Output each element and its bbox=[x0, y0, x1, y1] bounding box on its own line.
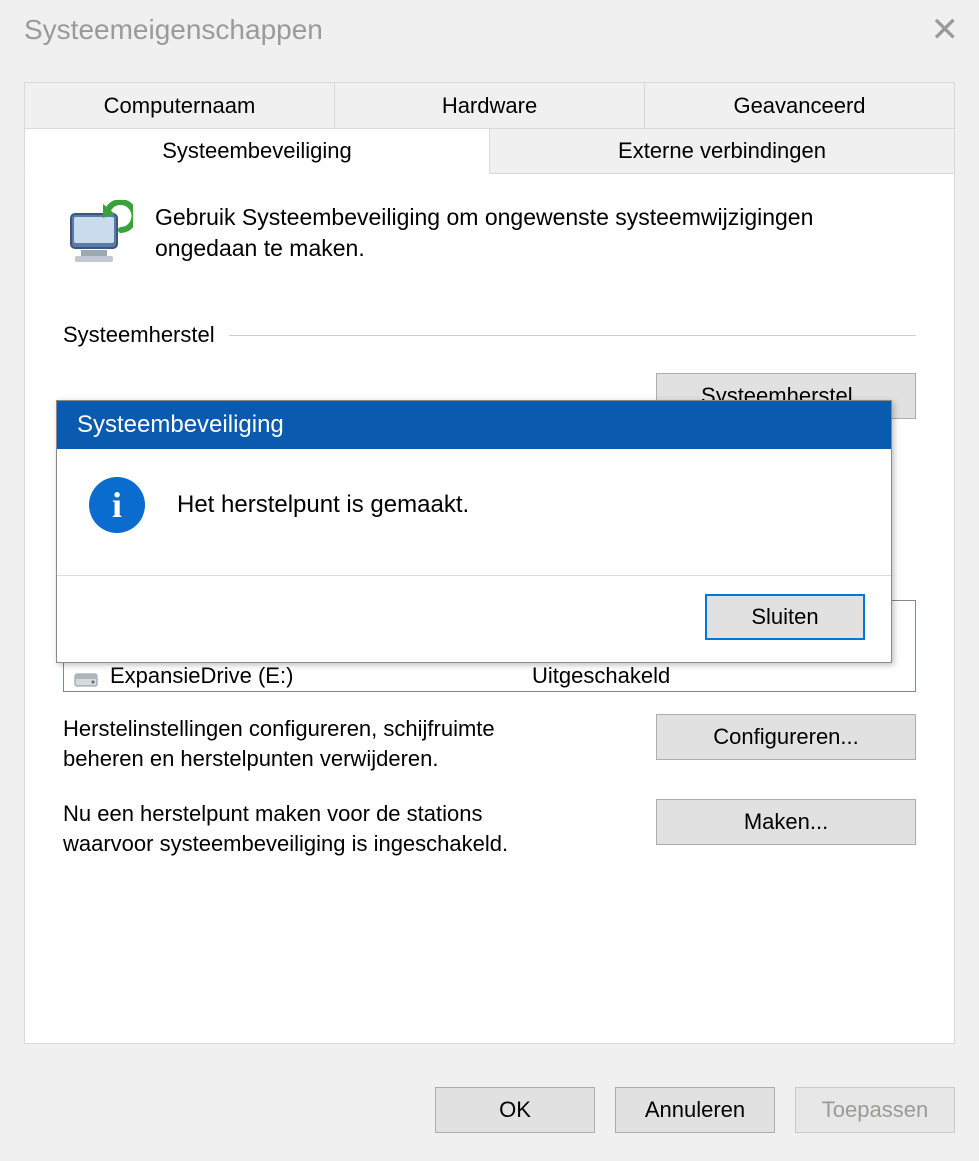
tab-hardware[interactable]: Hardware bbox=[335, 82, 645, 128]
drive-icon bbox=[74, 664, 98, 688]
create-text: Nu een herstelpunt maken voor de station… bbox=[63, 799, 543, 858]
group-separator bbox=[229, 335, 916, 336]
modal-close-button[interactable]: Sluiten bbox=[705, 594, 865, 640]
cancel-button[interactable]: Annuleren bbox=[615, 1087, 775, 1133]
drive-row[interactable]: ExpansieDrive (E:) Uitgeschakeld bbox=[64, 661, 915, 691]
tab-advanced[interactable]: Geavanceerd bbox=[645, 82, 955, 128]
window-title: Systeemeigenschappen bbox=[24, 14, 323, 46]
dialog-buttons: OK Annuleren Toepassen bbox=[435, 1087, 955, 1133]
tab-row-1: Computernaam Hardware Geavanceerd bbox=[24, 82, 955, 128]
restore-point-created-dialog: Systeembeveiliging i Het herstelpunt is … bbox=[56, 400, 892, 663]
system-protection-icon bbox=[63, 200, 133, 270]
tab-row-2: Systeembeveiliging Externe verbindingen bbox=[24, 128, 955, 174]
modal-message: Het herstelpunt is gemaakt. bbox=[177, 491, 469, 519]
drive-state: Uitgeschakeld bbox=[522, 663, 905, 689]
intro: Gebruik Systeembeveiliging om ongewenste… bbox=[63, 200, 916, 270]
configure-row: Herstelinstellingen configureren, schijf… bbox=[63, 714, 916, 773]
tab-system-protection[interactable]: Systeembeveiliging bbox=[24, 128, 490, 174]
tab-label: Systeembeveiliging bbox=[162, 138, 352, 164]
close-icon[interactable]: ✕ bbox=[931, 13, 960, 47]
group-system-restore: Systeemherstel bbox=[63, 322, 916, 348]
tab-label: Geavanceerd bbox=[733, 93, 865, 119]
titlebar: Systeemeigenschappen ✕ bbox=[0, 0, 979, 60]
system-properties-window: Systeemeigenschappen ✕ Computernaam Hard… bbox=[0, 0, 979, 1161]
modal-footer: Sluiten bbox=[57, 575, 891, 662]
apply-button: Toepassen bbox=[795, 1087, 955, 1133]
modal-body: i Het herstelpunt is gemaakt. bbox=[57, 449, 891, 575]
info-icon: i bbox=[89, 477, 145, 533]
create-button[interactable]: Maken... bbox=[656, 799, 916, 845]
configure-button[interactable]: Configureren... bbox=[656, 714, 916, 760]
intro-text: Gebruik Systeembeveiliging om ongewenste… bbox=[155, 200, 916, 264]
ok-button[interactable]: OK bbox=[435, 1087, 595, 1133]
tab-label: Externe verbindingen bbox=[618, 138, 826, 164]
drive-name: ExpansieDrive (E:) bbox=[110, 663, 510, 689]
tab-label: Hardware bbox=[442, 93, 537, 119]
modal-title: Systeembeveiliging bbox=[57, 401, 891, 449]
configure-text: Herstelinstellingen configureren, schijf… bbox=[63, 714, 543, 773]
tab-remote-connections[interactable]: Externe verbindingen bbox=[490, 128, 955, 174]
tab-computername[interactable]: Computernaam bbox=[24, 82, 335, 128]
create-row: Nu een herstelpunt maken voor de station… bbox=[63, 799, 916, 858]
tab-label: Computernaam bbox=[104, 93, 256, 119]
group-title: Systeemherstel bbox=[63, 322, 215, 348]
